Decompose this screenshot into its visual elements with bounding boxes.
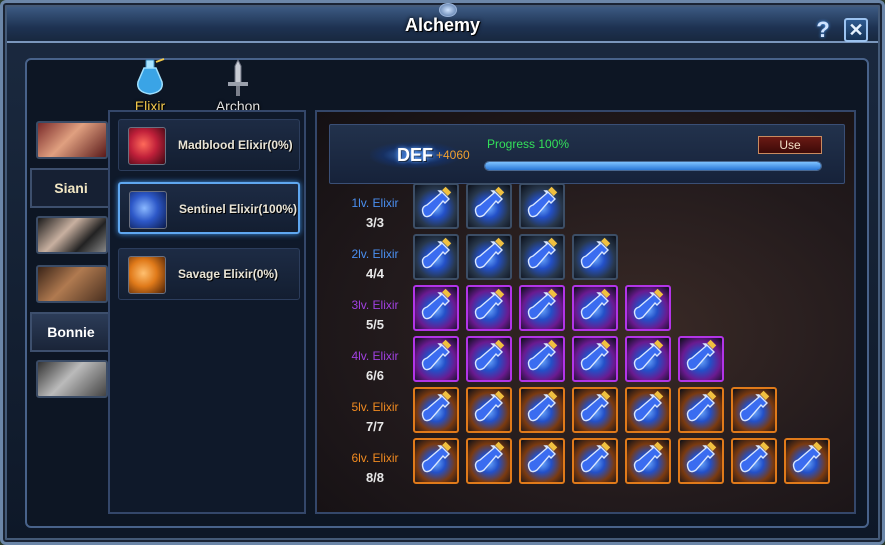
elixir-slot-icon[interactable]	[413, 438, 459, 484]
elixir-slot-icon[interactable]	[731, 387, 777, 433]
level-name: 5lv. Elixir	[351, 400, 399, 414]
elixir-slot-icon[interactable]	[625, 387, 671, 433]
tab-archon[interactable]: Archon	[208, 58, 268, 116]
tab-elixir[interactable]: Elixir	[120, 58, 180, 116]
level-count: 6/6	[365, 368, 385, 383]
elixir-item-savage[interactable]: Savage Elixir(0%)	[118, 248, 300, 300]
elixir-item-label: Sentinel Elixir(100%)	[179, 202, 298, 216]
level-label: 4lv. Elixir 6/6	[339, 349, 411, 383]
elixir-slot-icon[interactable]	[519, 285, 565, 331]
elixir-slot-icon[interactable]	[466, 387, 512, 433]
elixir-item-label: Madblood Elixir(0%)	[178, 138, 293, 152]
archon-sword-icon	[228, 58, 248, 96]
elixir-slot-icon[interactable]	[466, 183, 512, 229]
level-name: 3lv. Elixir	[351, 298, 399, 312]
level-count: 4/4	[365, 266, 385, 281]
level-name: 1lv. Elixir	[351, 196, 399, 210]
elixir-slot-icon[interactable]	[572, 336, 618, 382]
level-label: 1lv. Elixir 3/3	[339, 196, 411, 230]
elixir-slot-icon[interactable]	[519, 336, 565, 382]
elixir-slot-icon[interactable]	[572, 438, 618, 484]
elixir-item-label: Savage Elixir(0%)	[178, 267, 279, 281]
elixir-slot-icon[interactable]	[519, 183, 565, 229]
elixir-slot-icon[interactable]	[413, 234, 459, 280]
elixir-slot-icon[interactable]	[678, 438, 724, 484]
level-label: 6lv. Elixir 8/8	[339, 451, 411, 485]
savage-elixir-icon	[128, 256, 166, 294]
elixir-slot-icon[interactable]	[413, 387, 459, 433]
hero-tab-siani[interactable]: Siani	[30, 168, 110, 208]
elixir-item-sentinel[interactable]: Sentinel Elixir(100%)	[118, 182, 300, 234]
elixir-detail-panel: DEF +4060 Progress 100% Use 1lv. Elixir 3…	[315, 110, 856, 514]
level-name: 6lv. Elixir	[351, 451, 399, 465]
elixir-slot-icon[interactable]	[519, 234, 565, 280]
hero-portrait[interactable]	[36, 360, 108, 398]
hero-tab-bonnie[interactable]: Bonnie	[30, 312, 110, 352]
elixir-slot-icon[interactable]	[625, 285, 671, 331]
progress-bar	[484, 161, 822, 171]
elixir-slot-icon[interactable]	[519, 438, 565, 484]
level-count: 8/8	[365, 470, 385, 485]
elixir-slot-icon[interactable]	[572, 234, 618, 280]
elixir-slot-icon[interactable]	[625, 336, 671, 382]
help-button[interactable]: ?	[812, 18, 834, 42]
elixir-slot-icon[interactable]	[413, 183, 459, 229]
level-count: 7/7	[365, 419, 385, 434]
elixir-slot-icon[interactable]	[678, 387, 724, 433]
level-label: 2lv. Elixir 4/4	[339, 247, 411, 281]
use-button[interactable]: Use	[758, 136, 822, 154]
stat-bonus: +4060	[436, 148, 470, 162]
elixir-slot-icon[interactable]	[413, 336, 459, 382]
elixir-slot-icon[interactable]	[466, 234, 512, 280]
elixir-slot-icon[interactable]	[413, 285, 459, 331]
hero-portrait[interactable]	[36, 216, 108, 254]
stat-header: DEF +4060 Progress 100% Use	[329, 124, 845, 184]
elixir-slot-icon[interactable]	[625, 438, 671, 484]
level-count: 3/3	[365, 215, 385, 230]
level-name: 4lv. Elixir	[351, 349, 399, 363]
hero-portrait[interactable]	[36, 121, 108, 159]
elixir-slot-icon[interactable]	[519, 387, 565, 433]
elixir-slot-icon[interactable]	[466, 285, 512, 331]
sentinel-elixir-icon	[129, 191, 167, 229]
title-bar[interactable]: Alchemy ? ✕	[7, 3, 878, 43]
elixir-list: Madblood Elixir(0%) Sentinel Elixir(100%…	[108, 110, 306, 514]
level-label: 3lv. Elixir 5/5	[339, 298, 411, 332]
elixir-slot-icon[interactable]	[466, 336, 512, 382]
elixir-bottle-icon	[137, 58, 165, 95]
elixir-slot-icon[interactable]	[678, 336, 724, 382]
elixir-slot-icon[interactable]	[572, 387, 618, 433]
elixir-item-madblood[interactable]: Madblood Elixir(0%)	[118, 119, 300, 171]
progress-label: Progress 100%	[487, 137, 570, 151]
madblood-elixir-icon	[128, 127, 166, 165]
close-button[interactable]: ✕	[844, 18, 868, 42]
level-label: 5lv. Elixir 7/7	[339, 400, 411, 434]
level-name: 2lv. Elixir	[351, 247, 399, 261]
elixir-slot-icon[interactable]	[572, 285, 618, 331]
level-count: 5/5	[365, 317, 385, 332]
elixir-slot-icon[interactable]	[731, 438, 777, 484]
hero-portrait[interactable]	[36, 265, 108, 303]
window-title: Alchemy	[404, 15, 481, 35]
elixir-slot-icon[interactable]	[784, 438, 830, 484]
elixir-slot-icon[interactable]	[466, 438, 512, 484]
progress-fill	[485, 162, 821, 170]
